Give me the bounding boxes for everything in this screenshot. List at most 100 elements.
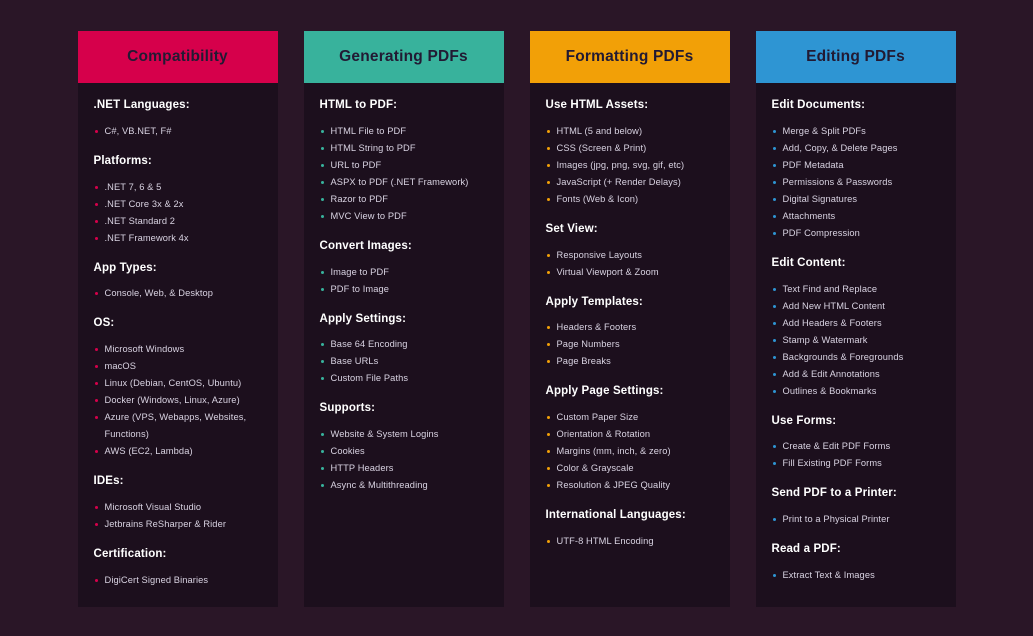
list-item-label: HTML (5 and below) [556, 125, 643, 136]
list-item: .NET Standard 2 [94, 213, 264, 230]
list-item: Add, Copy, & Delete Pages [772, 140, 942, 157]
section-title: Certification: [93, 547, 167, 560]
list-item-label: Merge & Split PDFs [782, 125, 866, 136]
list-item-label: Text Find and Replace [782, 283, 878, 294]
list-item: Responsive Layouts [546, 247, 716, 264]
bullet-icon [546, 146, 550, 150]
list-item-label: DigiCert Signed Binaries [104, 574, 209, 585]
list-item-label: C#, VB.NET, F# [104, 125, 172, 136]
section-title: Supports: [319, 402, 376, 415]
card-body: .NET Languages: C#, VB.NET, F# Platforms:.… [78, 83, 278, 607]
feature-list: Responsive Layouts Virtual Viewport & Zoo… [546, 247, 716, 281]
feature-list: Text Find and Replace Add New HTML Conten… [772, 281, 942, 400]
feature-list: Headers & Footers Page Numbers Page Breaks [546, 319, 716, 370]
list-item-label: PDF Metadata [782, 159, 844, 170]
list-item: Console, Web, & Desktop [94, 285, 264, 302]
list-item: DigiCert Signed Binaries [94, 572, 264, 589]
list-item-label: Print to a Physical Printer [782, 514, 890, 525]
list-item-label: Extract Text & Images [782, 569, 875, 580]
bullet-icon [772, 146, 776, 150]
feature-list: Website & System Logins Cookies HTTP Heade… [320, 426, 490, 494]
list-item-label: Console, Web, & Desktop [104, 288, 214, 299]
list-item: PDF Metadata [772, 157, 942, 174]
bullet-icon [320, 343, 324, 347]
card-body: Edit Documents: Merge & Split PDFs Add, Co… [756, 83, 956, 607]
list-item-label: MVC View to PDF [330, 210, 407, 221]
list-item-label: Fill Existing PDF Forms [782, 458, 882, 469]
list-item: Headers & Footers [546, 319, 716, 336]
list-item-label: Create & Edit PDF Forms [782, 441, 891, 452]
bullet-icon [94, 450, 98, 454]
list-item: Image to PDF [320, 264, 490, 281]
card-title: Editing PDFs [806, 48, 905, 65]
bullet-icon [320, 377, 324, 381]
list-item-label: Backgrounds & Foregrounds [782, 351, 904, 362]
bullet-icon [320, 163, 324, 167]
bullet-icon [772, 372, 776, 376]
bullet-icon [320, 360, 324, 364]
section-title: Use Forms: [771, 414, 837, 427]
list-item: Linux (Debian, CentOS, Ubuntu) [94, 375, 264, 392]
list-item: Async & Multithreading [320, 477, 490, 494]
list-item-label: Add & Edit Annotations [782, 368, 880, 379]
feature-section: OS: Microsoft Windows macOS Linux (Debian, … [94, 317, 264, 460]
section-title: International Languages: [545, 509, 686, 522]
list-item: Custom Paper Size [546, 409, 716, 426]
list-item: .NET Core 3x & 2x [94, 196, 264, 213]
bullet-icon [94, 505, 98, 509]
feature-list: Microsoft Visual Studio Jetbrains ReSharp… [94, 499, 264, 533]
list-item-label: ASPX to PDF (.NET Framework) [330, 176, 469, 187]
list-item-label: Permissions & Passwords [782, 176, 893, 187]
bullet-icon [772, 180, 776, 184]
list-item-label: UTF-8 HTML Encoding [556, 535, 654, 546]
list-item: Color & Grayscale [546, 460, 716, 477]
list-item-label: .NET Core 3x & 2x [104, 198, 184, 209]
list-item-label: Digital Signatures [782, 193, 858, 204]
list-item: Backgrounds & Foregrounds [772, 349, 942, 366]
list-item-label: Image to PDF [330, 266, 390, 277]
list-item: Docker (Windows, Linux, Azure) [94, 392, 264, 409]
feature-section: Use HTML Assets: HTML (5 and below) CSS (S… [546, 99, 716, 208]
bullet-icon [772, 163, 776, 167]
bullet-icon [94, 382, 98, 386]
list-item: Extract Text & Images [772, 567, 942, 584]
bullet-icon [546, 270, 550, 274]
card-header: Formatting PDFs [529, 31, 730, 83]
bullet-icon [546, 197, 550, 201]
bullet-icon [772, 462, 776, 466]
list-item-label: Custom Paper Size [556, 412, 639, 423]
list-item: HTML File to PDF [320, 123, 490, 140]
bullet-icon [546, 343, 550, 347]
list-item: Custom File Paths [320, 370, 490, 387]
feature-card: Editing PDFs Edit Documents: Merge & Split… [755, 31, 956, 607]
list-item-label: Responsive Layouts [556, 249, 643, 260]
bullet-icon [546, 326, 550, 330]
list-item: PDF to Image [320, 281, 490, 298]
feature-list: HTML File to PDF HTML String to PDF URL to… [320, 123, 490, 225]
list-item: URL to PDF [320, 157, 490, 174]
bullet-icon [546, 433, 550, 437]
bullet-icon [546, 450, 550, 454]
feature-section: Apply Settings: Base 64 Encoding Base URLs… [320, 313, 490, 388]
bullet-icon [320, 180, 324, 184]
list-item: Text Find and Replace [772, 281, 942, 298]
list-item-label: Microsoft Visual Studio [104, 501, 202, 512]
list-item: Add Headers & Footers [772, 315, 942, 332]
feature-card: Formatting PDFs Use HTML Assets: HTML (5 a… [529, 31, 730, 607]
list-item-label: Add, Copy, & Delete Pages [782, 142, 898, 153]
bullet-icon [320, 484, 324, 488]
bullet-icon [546, 539, 550, 543]
section-title: IDEs: [93, 475, 124, 488]
bullet-icon [320, 450, 324, 454]
list-item: Base URLs [320, 353, 490, 370]
bullet-icon [94, 578, 98, 582]
list-item: Page Breaks [546, 353, 716, 370]
bullet-icon [546, 467, 550, 471]
list-item-label: Base URLs [330, 356, 379, 367]
list-item-label: Docker (Windows, Linux, Azure) [104, 395, 240, 406]
bullet-icon [94, 292, 98, 296]
bullet-icon [94, 365, 98, 369]
bullet-icon [772, 304, 776, 308]
list-item: Print to a Physical Printer [772, 511, 942, 528]
list-item-label: Fonts (Web & Icon) [556, 193, 639, 204]
